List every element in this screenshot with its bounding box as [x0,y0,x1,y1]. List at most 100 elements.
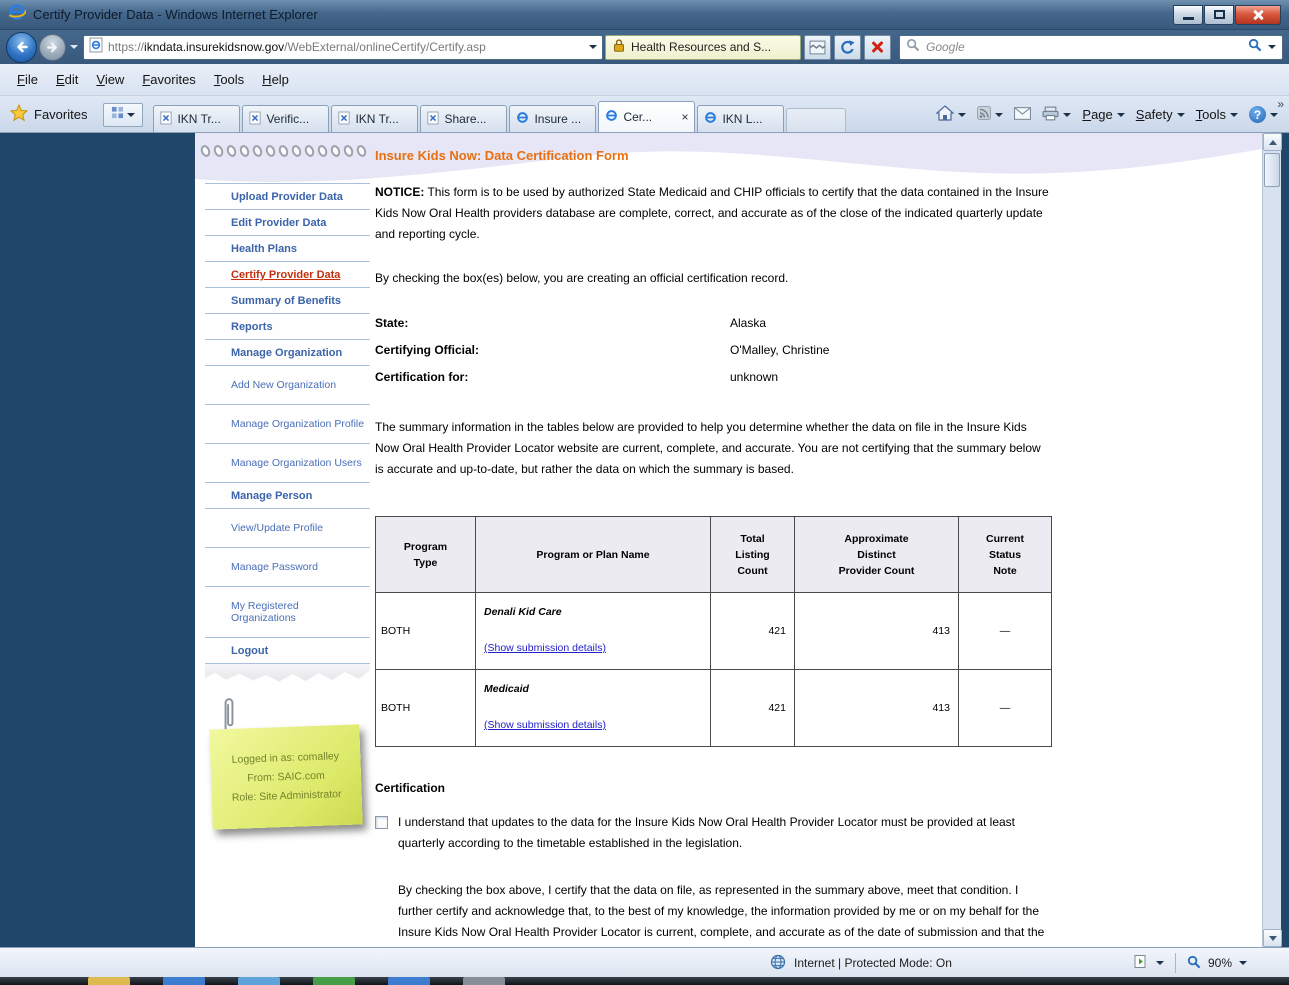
tab-ikn-tr-2[interactable]: IKN Tr... [331,105,418,132]
taskbar-app-icon[interactable] [463,977,505,985]
refresh-button[interactable] [834,35,861,60]
page-menu-button[interactable]: Page [1077,104,1129,125]
zoom-dropdown[interactable] [1239,961,1247,965]
menu-edit[interactable]: Edit [47,67,87,92]
print-button[interactable] [1037,103,1076,127]
taskbar-folder-icon[interactable] [88,977,130,985]
sidebar-item-reports[interactable]: Reports [205,314,370,340]
menu-help[interactable]: Help [253,67,298,92]
table-row: BOTH Denali Kid Care (Show submission de… [376,593,1052,670]
sidebar-item-view-update-profile[interactable]: View/Update Profile [205,509,370,548]
tab-label: IKN Tr... [355,112,398,126]
statusbar-divider [1175,953,1176,973]
certification-checkbox[interactable] [375,816,388,829]
safety-menu-label: Safety [1136,107,1173,122]
plan-name: Denali Kid Care [484,602,702,623]
menu-tools[interactable]: Tools [205,67,253,92]
close-button[interactable] [1235,5,1281,25]
sidebar-item-certify-provider-data[interactable]: Certify Provider Data [205,262,370,288]
search-magnifier-icon[interactable] [1248,38,1262,57]
zoom-magnifier-icon[interactable] [1187,955,1201,972]
vertical-scrollbar[interactable] [1262,133,1281,947]
url-field[interactable]: https://ikndata.insurekidsnow.gov/WebExt… [83,35,603,60]
stop-button[interactable] [864,35,891,60]
tab-close-icon[interactable]: × [681,111,688,123]
maximize-button[interactable] [1204,5,1234,25]
tools-menu-button[interactable]: Tools [1191,104,1243,125]
forward-button[interactable] [39,34,66,61]
url-text: https://ikndata.insurekidsnow.gov/WebExt… [108,40,584,54]
taskbar-app-icon[interactable] [238,977,280,985]
feeds-dropdown[interactable] [995,113,1003,117]
home-dropdown[interactable] [958,113,966,117]
print-dropdown[interactable] [1063,113,1071,117]
url-dropdown[interactable] [589,45,597,49]
minimize-icon [1183,17,1194,20]
scroll-down-button[interactable] [1263,929,1282,947]
tab-ikn-tr-1[interactable]: IKN Tr... [153,105,240,132]
read-mail-button[interactable] [1009,104,1036,126]
menu-file[interactable]: File [8,67,47,92]
tab-favicon [160,111,172,128]
sidebar-item-manage-organization-profile[interactable]: Manage Organization Profile [205,405,370,444]
stop-icon [871,40,885,54]
new-tab-area[interactable] [786,108,846,132]
url-path: /WebExternal/onlineCertify/Certify.asp [284,40,486,54]
search-provider-icon [906,38,920,57]
quick-tabs-button[interactable] [103,103,143,127]
tab-share[interactable]: Share... [420,105,507,132]
certificate-button[interactable]: Health Resources and S... [605,35,801,60]
taskbar-app-icon[interactable] [388,977,430,985]
sidebar-item-summary-of-benefits[interactable]: Summary of Benefits [205,288,370,314]
history-dropdown[interactable] [70,45,78,49]
sidebar-item-add-new-organization[interactable]: Add New Organization [205,366,370,405]
quick-tabs-dropdown[interactable] [127,113,135,117]
tab-certify-active[interactable]: Cer... × [598,101,695,132]
sidebar-item-logout[interactable]: Logout [205,638,370,664]
sidebar-item-manage-organization[interactable]: Manage Organization [205,340,370,366]
mail-icon [1014,107,1031,123]
menu-view[interactable]: View [87,67,133,92]
table-row: BOTH Medicaid (Show submission details) … [376,670,1052,747]
sidebar-item-manage-password[interactable]: Manage Password [205,548,370,587]
scroll-up-button[interactable] [1263,133,1282,151]
sidebar-item-edit-provider-data[interactable]: Edit Provider Data [205,210,370,236]
sidebar-item-my-registered-organizations[interactable]: My Registered Organizations [205,587,370,638]
sidebar-item-health-plans[interactable]: Health Plans [205,236,370,262]
tab-verific[interactable]: Verific... [242,105,329,132]
certifying-official-label: Certifying Official: [375,340,730,361]
home-icon [936,105,954,124]
notice-text: This form is to be used by authorized St… [375,185,1049,241]
tab-ikn-l[interactable]: IKN L... [697,105,784,132]
tab-label: Insure ... [534,112,581,126]
url-scheme: https:// [108,40,144,54]
compatibility-view-button[interactable] [804,35,831,60]
feeds-button[interactable] [972,103,1008,126]
lock-icon [613,38,625,56]
safety-menu-button[interactable]: Safety [1131,104,1190,125]
back-button[interactable] [6,32,37,63]
tab-label: Share... [444,112,486,126]
search-input[interactable] [926,40,1242,54]
menu-favorites[interactable]: Favorites [133,67,204,92]
tab-insure[interactable]: Insure ... [509,105,596,132]
zoom-page-dropdown[interactable] [1156,961,1164,965]
sidebar-item-manage-organization-users[interactable]: Manage Organization Users [205,444,370,483]
sidebar-item-manage-person[interactable]: Manage Person [205,483,370,509]
search-box[interactable] [899,35,1283,60]
page-favicon-icon [89,37,103,58]
zoom-level[interactable]: 90% [1208,956,1232,970]
favorites-button[interactable]: Favorites [6,100,97,132]
show-submission-details-link[interactable]: (Show submission details) [484,638,606,659]
sidebar-item-upload-provider-data[interactable]: Upload Provider Data [205,184,370,210]
search-dropdown[interactable] [1268,45,1276,49]
change-zoom-icon[interactable] [1133,954,1149,972]
show-submission-details-link[interactable]: (Show submission details) [484,715,606,736]
scrollbar-thumb[interactable] [1264,153,1280,187]
taskbar-excel-icon[interactable] [313,977,355,985]
col-header-listing-count: Total Listing Count [711,517,795,593]
minimize-button[interactable] [1173,5,1203,25]
taskbar-ie-icon[interactable] [163,977,205,985]
home-button[interactable] [931,102,971,127]
toolbar-overflow-icon[interactable]: » [1277,97,1284,111]
